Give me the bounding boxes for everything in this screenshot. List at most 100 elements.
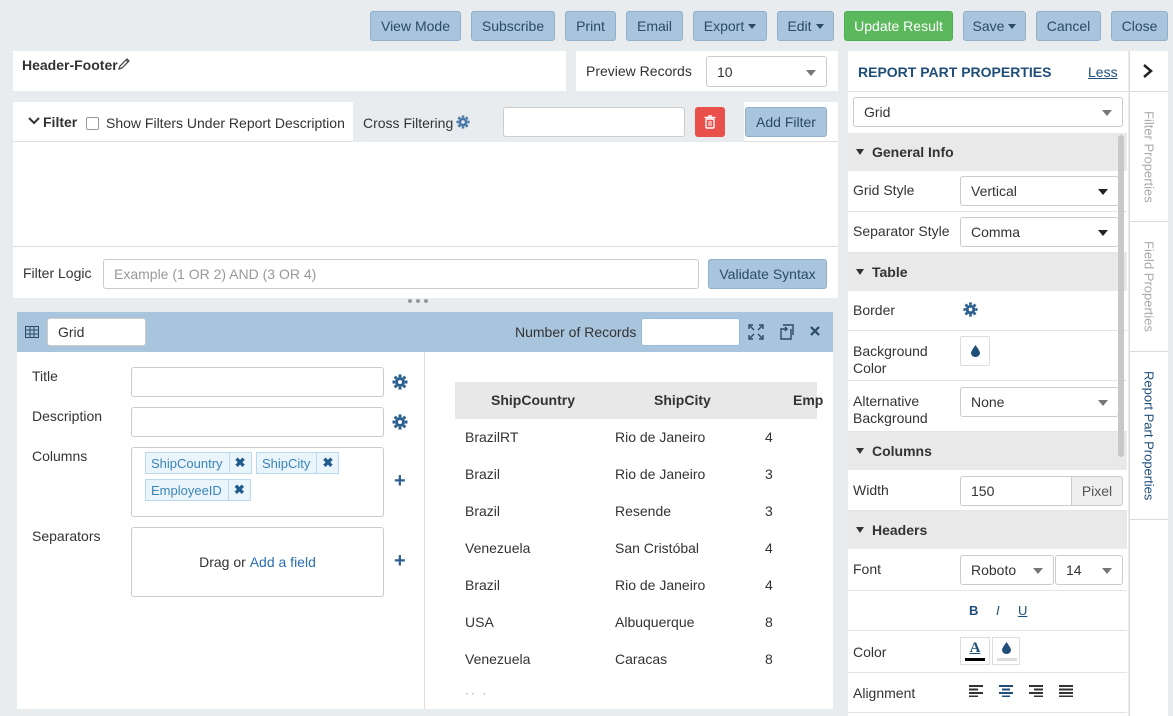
chevron-down-icon [806,69,816,76]
grid-header-cell[interactable]: Emp [793,392,823,408]
preview-records-panel: Preview Records 10 [576,51,838,91]
pencil-icon[interactable] [117,57,131,71]
subscribe-button[interactable]: Subscribe [471,11,555,41]
grid-icon [25,326,39,338]
gear-icon[interactable] [456,115,470,129]
add-separator-icon[interactable]: + [394,551,406,571]
width-row: Width 150 Pixel [848,470,1127,511]
expand-icon[interactable] [748,324,764,340]
less-link[interactable]: Less [1088,64,1118,80]
gear-icon[interactable] [392,414,408,430]
font-color-picker[interactable]: A [960,637,990,665]
table-cell: 8 [765,614,773,630]
table-cell: Brazil [465,466,501,482]
filter-panel: Filter Show Filters Under Report Descrip… [13,102,838,298]
droplet-icon [970,345,980,357]
table-cell: Venezuela [465,651,531,667]
edit-dropdown-button[interactable]: Edit [777,11,834,41]
table-cell: Caracas [615,651,668,667]
width-input[interactable]: 150 [960,476,1072,506]
tab-field-properties[interactable]: Field Properties [1130,222,1168,352]
cancel-button[interactable]: Cancel [1036,11,1101,41]
separator-style-select[interactable]: Comma [960,217,1119,247]
table-cell: Rio de Janeiro [615,466,706,482]
add-field-link[interactable]: Add a field [250,554,316,570]
grid-header-cell[interactable]: ShipCountry [491,392,575,408]
table-cell: San Cristóbal [615,540,700,556]
view-mode-button[interactable]: View Mode [370,11,461,41]
bold-button[interactable]: B [969,603,978,618]
cross-filter-input[interactable] [503,107,685,137]
chevron-right-icon[interactable] [1142,64,1154,78]
filter-logic-input[interactable]: Example (1 OR 2) AND (3 OR 4) [103,259,699,289]
validate-syntax-button[interactable]: Validate Syntax [708,259,827,289]
column-tag[interactable]: EmployeeID ✖ [145,479,251,501]
chevron-down-icon[interactable] [28,116,40,126]
grid-header-cell[interactable]: ShipCity [654,392,711,408]
chevron-down-icon [1098,400,1108,406]
gear-icon[interactable] [963,302,978,317]
underline-button[interactable]: U [1018,603,1027,618]
table-cell: Brazil [465,577,501,593]
columns-section[interactable]: Columns [848,432,1127,470]
font-family-select[interactable]: Roboto [960,555,1054,585]
separators-label: Separators [32,528,101,544]
font-style-row: B I U [848,591,1127,631]
align-left-icon[interactable] [969,685,983,697]
email-button[interactable]: Email [626,11,683,41]
caret-down-icon [856,149,864,155]
caret-down-icon [748,23,757,29]
report-part-type-select[interactable]: Grid [853,97,1123,127]
add-column-icon[interactable]: + [394,471,406,491]
delete-filter-button[interactable] [695,107,725,137]
refresh-icon[interactable] [779,324,795,340]
remove-icon[interactable]: ✖ [316,453,338,473]
save-dropdown-button[interactable]: Save [963,11,1026,41]
caret-down-icon [856,448,864,454]
gear-icon[interactable] [392,374,408,390]
close-button[interactable]: Close [1111,11,1168,41]
column-tag[interactable]: ShipCity ✖ [256,452,340,474]
resize-handle[interactable] [408,299,428,303]
align-justify-icon[interactable] [1059,685,1073,697]
report-part-name-input[interactable]: Grid [47,318,146,346]
grid-style-select[interactable]: Vertical [960,176,1119,206]
tab-report-part-properties[interactable]: Report Part Properties [1130,352,1168,520]
separators-drop-area[interactable]: Drag or Add a field [131,527,384,597]
description-input[interactable] [131,407,384,437]
export-dropdown-button[interactable]: Export [693,11,767,41]
report-part-panel: Grid Number of Records Title Description… [17,312,833,709]
preview-records-select[interactable]: 10 [706,56,827,87]
update-result-button[interactable]: Update Result [844,11,953,41]
close-icon[interactable] [809,325,821,337]
align-center-icon[interactable] [999,685,1013,697]
caret-down-icon [815,23,824,29]
properties-scrollbar[interactable] [1118,135,1124,457]
alternative-background-row: Alternative Background None [848,381,1127,432]
align-right-icon[interactable] [1029,685,1043,697]
table-cell: Rio de Janeiro [615,429,706,445]
chevron-down-icon [1033,568,1043,574]
cross-filtering-label: Cross Filtering [363,115,454,131]
general-info-section[interactable]: General Info [848,133,1127,171]
add-filter-button[interactable]: Add Filter [745,107,827,137]
column-tag[interactable]: ShipCountry ✖ [145,452,252,474]
header-background-picker[interactable] [992,637,1020,665]
alternative-background-select[interactable]: None [960,387,1119,417]
remove-icon[interactable]: ✖ [228,453,251,473]
number-of-records-input[interactable] [641,318,740,346]
header-footer-panel: Header-Footer [13,51,566,91]
headers-section[interactable]: Headers [848,511,1127,549]
background-color-picker[interactable] [960,336,990,366]
print-button[interactable]: Print [565,11,616,41]
table-cell: 4 [765,577,773,593]
tab-filter-properties[interactable]: Filter Properties [1130,92,1168,222]
table-section[interactable]: Table [848,253,1127,291]
color-row: Color A [848,631,1127,673]
italic-button[interactable]: I [996,603,1000,618]
table-cell: Venezuela [465,540,531,556]
font-size-select[interactable]: 14 [1055,555,1123,585]
remove-icon[interactable]: ✖ [227,480,250,500]
title-input[interactable] [131,367,384,397]
show-filters-checkbox[interactable] [86,117,99,130]
